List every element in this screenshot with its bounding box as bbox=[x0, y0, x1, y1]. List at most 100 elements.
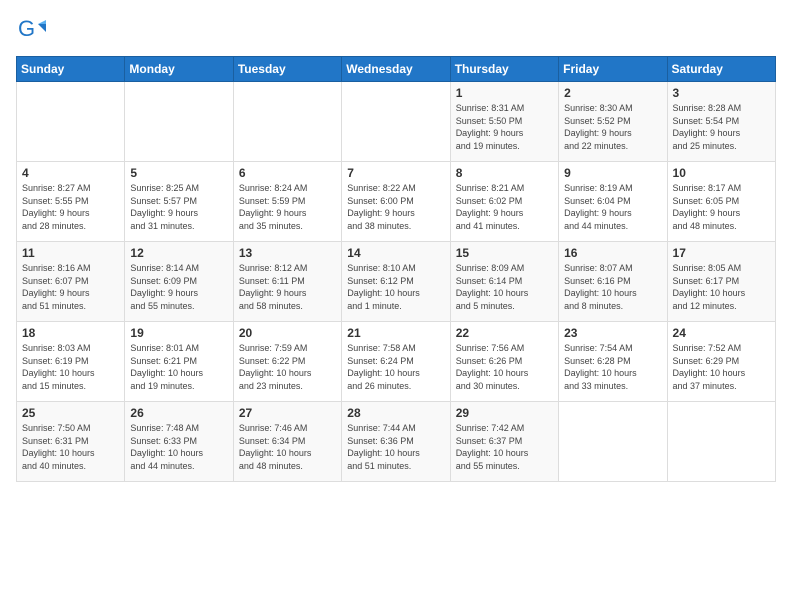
day-info: Sunrise: 8:30 AM Sunset: 5:52 PM Dayligh… bbox=[564, 102, 661, 152]
day-number: 1 bbox=[456, 86, 553, 100]
day-info: Sunrise: 8:21 AM Sunset: 6:02 PM Dayligh… bbox=[456, 182, 553, 232]
day-number: 24 bbox=[673, 326, 770, 340]
calendar-cell: 19 Sunrise: 8:01 AM Sunset: 6:21 PM Dayli… bbox=[125, 322, 233, 402]
logo: G bbox=[16, 16, 50, 46]
day-number: 20 bbox=[239, 326, 336, 340]
calendar-cell: 28 Sunrise: 7:44 AM Sunset: 6:36 PM Dayli… bbox=[342, 402, 450, 482]
day-info: Sunrise: 8:16 AM Sunset: 6:07 PM Dayligh… bbox=[22, 262, 119, 312]
calendar-cell: 20Sunrise: 7:59 AM Sunset: 6:22 PM Dayli… bbox=[233, 322, 341, 402]
calendar-cell: 23Sunrise: 7:54 AM Sunset: 6:28 PM Dayli… bbox=[559, 322, 667, 402]
day-number: 26 bbox=[130, 406, 227, 420]
weekday-row: SundayMondayTuesdayWednesdayThursdayFrid… bbox=[17, 57, 776, 82]
day-number: 27 bbox=[239, 406, 336, 420]
calendar-header: SundayMondayTuesdayWednesdayThursdayFrid… bbox=[17, 57, 776, 82]
calendar-week-3: 18 Sunrise: 8:03 AM Sunset: 6:19 PM Dayli… bbox=[17, 322, 776, 402]
day-number: 4 bbox=[22, 166, 119, 180]
day-number: 21 bbox=[347, 326, 444, 340]
calendar-cell: 12 Sunrise: 8:14 AM Sunset: 6:09 PM Dayli… bbox=[125, 242, 233, 322]
day-info: Sunrise: 7:42 AM Sunset: 6:37 PM Dayligh… bbox=[456, 422, 553, 472]
calendar-week-2: 11Sunrise: 8:16 AM Sunset: 6:07 PM Dayli… bbox=[17, 242, 776, 322]
day-info: Sunrise: 8:22 AM Sunset: 6:00 PM Dayligh… bbox=[347, 182, 444, 232]
day-number: 7 bbox=[347, 166, 444, 180]
calendar-cell: 13Sunrise: 8:12 AM Sunset: 6:11 PM Dayli… bbox=[233, 242, 341, 322]
calendar-cell: 24 Sunrise: 7:52 AM Sunset: 6:29 PM Dayli… bbox=[667, 322, 775, 402]
calendar-cell bbox=[342, 82, 450, 162]
calendar-cell bbox=[17, 82, 125, 162]
calendar-week-0: 1 Sunrise: 8:31 AM Sunset: 5:50 PM Daylig… bbox=[17, 82, 776, 162]
calendar-cell bbox=[667, 402, 775, 482]
calendar-cell: 6 Sunrise: 8:24 AM Sunset: 5:59 PM Daylig… bbox=[233, 162, 341, 242]
day-info: Sunrise: 7:50 AM Sunset: 6:31 PM Dayligh… bbox=[22, 422, 119, 472]
day-info: Sunrise: 8:09 AM Sunset: 6:14 PM Dayligh… bbox=[456, 262, 553, 312]
weekday-header-sunday: Sunday bbox=[17, 57, 125, 82]
calendar-cell: 25 Sunrise: 7:50 AM Sunset: 6:31 PM Dayli… bbox=[17, 402, 125, 482]
day-number: 9 bbox=[564, 166, 661, 180]
calendar-cell: 11Sunrise: 8:16 AM Sunset: 6:07 PM Dayli… bbox=[17, 242, 125, 322]
calendar-cell: 29 Sunrise: 7:42 AM Sunset: 6:37 PM Dayli… bbox=[450, 402, 558, 482]
day-number: 17 bbox=[673, 246, 770, 260]
day-number: 3 bbox=[673, 86, 770, 100]
weekday-header-thursday: Thursday bbox=[450, 57, 558, 82]
day-number: 28 bbox=[347, 406, 444, 420]
calendar-cell bbox=[125, 82, 233, 162]
day-number: 13 bbox=[239, 246, 336, 260]
calendar-cell: 15Sunrise: 8:09 AM Sunset: 6:14 PM Dayli… bbox=[450, 242, 558, 322]
calendar-body: 1 Sunrise: 8:31 AM Sunset: 5:50 PM Daylig… bbox=[17, 82, 776, 482]
calendar-cell: 14 Sunrise: 8:10 AM Sunset: 6:12 PM Dayli… bbox=[342, 242, 450, 322]
logo-icon: G bbox=[16, 16, 46, 46]
calendar-page: G SundayMondayTuesdayWednesdayThursdayFr… bbox=[0, 0, 792, 612]
calendar-cell: 5 Sunrise: 8:25 AM Sunset: 5:57 PM Daylig… bbox=[125, 162, 233, 242]
calendar-cell: 27 Sunrise: 7:46 AM Sunset: 6:34 PM Dayli… bbox=[233, 402, 341, 482]
day-info: Sunrise: 8:25 AM Sunset: 5:57 PM Dayligh… bbox=[130, 182, 227, 232]
day-number: 29 bbox=[456, 406, 553, 420]
day-info: Sunrise: 8:14 AM Sunset: 6:09 PM Dayligh… bbox=[130, 262, 227, 312]
day-number: 8 bbox=[456, 166, 553, 180]
day-number: 14 bbox=[347, 246, 444, 260]
day-info: Sunrise: 8:27 AM Sunset: 5:55 PM Dayligh… bbox=[22, 182, 119, 232]
day-info: Sunrise: 7:48 AM Sunset: 6:33 PM Dayligh… bbox=[130, 422, 227, 472]
calendar-cell: 18 Sunrise: 8:03 AM Sunset: 6:19 PM Dayli… bbox=[17, 322, 125, 402]
calendar-table: SundayMondayTuesdayWednesdayThursdayFrid… bbox=[16, 56, 776, 482]
calendar-cell: 17 Sunrise: 8:05 AM Sunset: 6:17 PM Dayli… bbox=[667, 242, 775, 322]
calendar-cell: 26 Sunrise: 7:48 AM Sunset: 6:33 PM Dayli… bbox=[125, 402, 233, 482]
calendar-cell: 10 Sunrise: 8:17 AM Sunset: 6:05 PM Dayli… bbox=[667, 162, 775, 242]
day-info: Sunrise: 8:19 AM Sunset: 6:04 PM Dayligh… bbox=[564, 182, 661, 232]
day-info: Sunrise: 8:17 AM Sunset: 6:05 PM Dayligh… bbox=[673, 182, 770, 232]
day-number: 6 bbox=[239, 166, 336, 180]
day-info: Sunrise: 7:46 AM Sunset: 6:34 PM Dayligh… bbox=[239, 422, 336, 472]
calendar-cell: 2Sunrise: 8:30 AM Sunset: 5:52 PM Daylig… bbox=[559, 82, 667, 162]
calendar-cell: 21 Sunrise: 7:58 AM Sunset: 6:24 PM Dayli… bbox=[342, 322, 450, 402]
calendar-cell: 1 Sunrise: 8:31 AM Sunset: 5:50 PM Daylig… bbox=[450, 82, 558, 162]
day-info: Sunrise: 8:05 AM Sunset: 6:17 PM Dayligh… bbox=[673, 262, 770, 312]
day-info: Sunrise: 8:01 AM Sunset: 6:21 PM Dayligh… bbox=[130, 342, 227, 392]
calendar-cell: 9 Sunrise: 8:19 AM Sunset: 6:04 PM Daylig… bbox=[559, 162, 667, 242]
day-info: Sunrise: 8:31 AM Sunset: 5:50 PM Dayligh… bbox=[456, 102, 553, 152]
day-info: Sunrise: 7:58 AM Sunset: 6:24 PM Dayligh… bbox=[347, 342, 444, 392]
day-info: Sunrise: 8:24 AM Sunset: 5:59 PM Dayligh… bbox=[239, 182, 336, 232]
calendar-cell: 22Sunrise: 7:56 AM Sunset: 6:26 PM Dayli… bbox=[450, 322, 558, 402]
day-info: Sunrise: 7:54 AM Sunset: 6:28 PM Dayligh… bbox=[564, 342, 661, 392]
calendar-cell: 7 Sunrise: 8:22 AM Sunset: 6:00 PM Daylig… bbox=[342, 162, 450, 242]
header: G bbox=[16, 16, 776, 46]
day-info: Sunrise: 8:03 AM Sunset: 6:19 PM Dayligh… bbox=[22, 342, 119, 392]
calendar-cell bbox=[233, 82, 341, 162]
calendar-cell: 16Sunrise: 8:07 AM Sunset: 6:16 PM Dayli… bbox=[559, 242, 667, 322]
svg-text:G: G bbox=[18, 16, 35, 41]
day-number: 5 bbox=[130, 166, 227, 180]
weekday-header-saturday: Saturday bbox=[667, 57, 775, 82]
day-number: 25 bbox=[22, 406, 119, 420]
day-info: Sunrise: 7:44 AM Sunset: 6:36 PM Dayligh… bbox=[347, 422, 444, 472]
calendar-cell: 3 Sunrise: 8:28 AM Sunset: 5:54 PM Daylig… bbox=[667, 82, 775, 162]
weekday-header-tuesday: Tuesday bbox=[233, 57, 341, 82]
day-number: 16 bbox=[564, 246, 661, 260]
day-number: 10 bbox=[673, 166, 770, 180]
day-number: 18 bbox=[22, 326, 119, 340]
day-info: Sunrise: 8:28 AM Sunset: 5:54 PM Dayligh… bbox=[673, 102, 770, 152]
calendar-week-4: 25 Sunrise: 7:50 AM Sunset: 6:31 PM Dayli… bbox=[17, 402, 776, 482]
day-info: Sunrise: 8:10 AM Sunset: 6:12 PM Dayligh… bbox=[347, 262, 444, 312]
day-number: 12 bbox=[130, 246, 227, 260]
day-info: Sunrise: 7:52 AM Sunset: 6:29 PM Dayligh… bbox=[673, 342, 770, 392]
calendar-week-1: 4 Sunrise: 8:27 AM Sunset: 5:55 PM Daylig… bbox=[17, 162, 776, 242]
day-number: 22 bbox=[456, 326, 553, 340]
day-number: 19 bbox=[130, 326, 227, 340]
